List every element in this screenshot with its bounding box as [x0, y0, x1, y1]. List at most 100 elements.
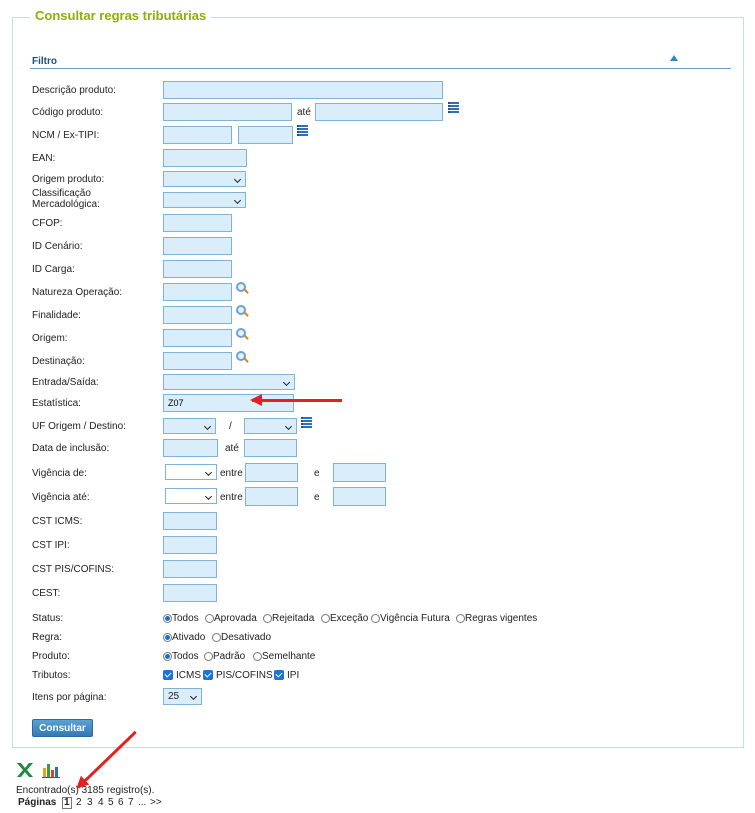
origem-produto-label: Origem produto: — [32, 174, 105, 185]
page-link[interactable]: 3 — [87, 797, 93, 808]
classificacao-select[interactable] — [163, 192, 246, 208]
collapse-icon[interactable] — [670, 55, 678, 61]
vigencia-de-select[interactable] — [165, 464, 217, 480]
page-title: Consultar regras tributárias — [30, 8, 212, 23]
consultar-button[interactable]: Consultar — [32, 719, 93, 737]
destinacao-label: Destinação: — [32, 356, 85, 367]
tributo-checkbox-pis[interactable] — [203, 670, 213, 680]
produto-radio-todos[interactable] — [163, 652, 172, 661]
status-option-label: Rejeitada — [272, 613, 315, 624]
cst-icms-label: CST ICMS: — [32, 516, 83, 527]
id-carga-input[interactable] — [163, 260, 232, 278]
page-link[interactable]: 7 — [128, 797, 134, 808]
search-icon[interactable] — [236, 305, 249, 317]
uf-destino-select[interactable] — [244, 418, 297, 434]
search-icon[interactable] — [236, 328, 249, 340]
data-inclusao-to-input[interactable] — [244, 439, 297, 457]
regra-option-label: Desativado — [221, 632, 272, 643]
tributo-option-label: PIS/COFINS — [216, 670, 273, 681]
data-inclusao-label: Data de inclusão: — [32, 443, 110, 454]
status-radio-excecao[interactable] — [321, 614, 330, 623]
produto-radio-padrao[interactable] — [204, 652, 213, 661]
status-label: Status: — [32, 613, 64, 624]
cest-label: CEST: — [32, 588, 61, 599]
uf-label: UF Origem / Destino: — [32, 421, 126, 432]
list-icon[interactable] — [448, 102, 459, 114]
vigencia-de-from-input[interactable] — [245, 463, 298, 482]
natureza-input[interactable] — [163, 283, 232, 301]
vigencia-de-to-input[interactable] — [333, 463, 386, 482]
page-link[interactable]: 2 — [76, 797, 82, 808]
ex-tipi-input[interactable] — [238, 126, 293, 144]
status-radio-aprovada[interactable] — [205, 614, 214, 623]
ean-input[interactable] — [163, 149, 247, 167]
itens-label: Itens por página: — [32, 692, 107, 703]
page-next-link[interactable]: >> — [150, 797, 162, 808]
origem-produto-select[interactable] — [163, 171, 246, 187]
vigencia-de-entre-label: entre — [220, 468, 243, 479]
vigencia-ate-select[interactable] — [165, 488, 217, 504]
filter-header[interactable]: Filtro — [32, 56, 57, 67]
list-icon[interactable] — [297, 125, 308, 137]
pages-label: Páginas — [18, 797, 57, 808]
regra-radio-ativado[interactable] — [163, 633, 172, 642]
origem-label: Origem: — [32, 333, 68, 344]
regra-option-label: Ativado — [172, 632, 206, 643]
cst-icms-input[interactable] — [163, 512, 217, 530]
estatistica-input[interactable] — [163, 394, 294, 412]
search-icon[interactable] — [236, 351, 249, 363]
excel-icon[interactable] — [16, 762, 34, 778]
vigencia-ate-to-input[interactable] — [333, 487, 386, 506]
cfop-input[interactable] — [163, 214, 232, 232]
natureza-label: Natureza Operação: — [32, 287, 123, 298]
ncm-input[interactable] — [163, 126, 232, 144]
finalidade-label: Finalidade: — [32, 310, 81, 321]
vigencia-ate-e-label: e — [314, 492, 320, 503]
vigencia-ate-from-input[interactable] — [245, 487, 298, 506]
entrada-saida-select[interactable] — [163, 374, 295, 390]
tributo-checkbox-ipi[interactable] — [274, 670, 284, 680]
status-option-label: Regras vigentes — [465, 613, 538, 624]
page-link-current[interactable]: 1 — [62, 797, 72, 809]
status-radio-regras-vigentes[interactable] — [456, 614, 465, 623]
id-cenario-input[interactable] — [163, 237, 232, 255]
status-radio-vigencia-futura[interactable] — [371, 614, 380, 623]
cst-pis-label: CST PIS/COFINS: — [32, 564, 115, 575]
descricao-input[interactable] — [163, 81, 443, 99]
destinacao-input[interactable] — [163, 352, 232, 370]
cst-ipi-label: CST IPI: — [32, 540, 70, 551]
produto-radio-semelhante[interactable] — [253, 652, 262, 661]
status-radio-rejeitada[interactable] — [263, 614, 272, 623]
status-option-label: Todos — [172, 613, 199, 624]
status-radio-todos[interactable] — [163, 614, 172, 623]
uf-origem-select[interactable] — [163, 418, 216, 434]
chart-icon[interactable] — [42, 762, 60, 778]
vigencia-de-label: Vigência de: — [32, 468, 87, 479]
status-option-label: Aprovada — [214, 613, 257, 624]
search-icon[interactable] — [236, 282, 249, 294]
tributos-label: Tributos: — [32, 670, 71, 681]
arrow-annotation — [250, 394, 342, 405]
ncm-label: NCM / Ex-TIPI: — [32, 130, 100, 141]
regra-radio-desativado[interactable] — [212, 633, 221, 642]
vigencia-ate-label: Vigência até: — [32, 492, 90, 503]
status-option-label: Exceção — [330, 613, 369, 624]
tributo-checkbox-icms[interactable] — [163, 670, 173, 680]
finalidade-input[interactable] — [163, 306, 232, 324]
itens-select[interactable]: 25 — [163, 688, 202, 705]
codigo-to-input[interactable] — [315, 103, 443, 121]
list-icon[interactable] — [301, 417, 312, 429]
tributo-option-label: IPI — [287, 670, 300, 681]
data-inclusao-from-input[interactable] — [163, 439, 218, 457]
itens-value: 25 — [168, 691, 180, 702]
origem-input[interactable] — [163, 329, 232, 347]
classificacao-label-2: Mercadológica: — [32, 199, 100, 210]
page-link[interactable]: 4 — [98, 797, 104, 808]
cst-ipi-input[interactable] — [163, 536, 217, 554]
page-link[interactable]: 5 — [108, 797, 114, 808]
cest-input[interactable] — [163, 584, 217, 602]
codigo-ate-label: até — [297, 107, 311, 118]
cst-pis-input[interactable] — [163, 560, 217, 578]
page-link[interactable]: 6 — [118, 797, 124, 808]
codigo-from-input[interactable] — [163, 103, 292, 121]
